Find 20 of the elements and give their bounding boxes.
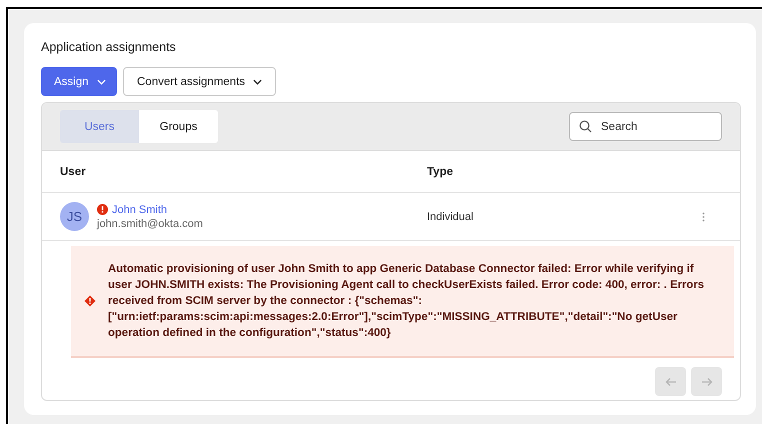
avatar: JS — [60, 202, 89, 231]
search-icon — [579, 120, 592, 133]
error-icon — [84, 295, 96, 307]
chevron-down-icon — [96, 78, 106, 84]
search-field[interactable]: Search — [569, 112, 722, 141]
tab[interactable]: Groups — [139, 110, 218, 143]
convert-dropdown-button[interactable]: Convert assignments — [123, 67, 276, 96]
arrow-right-icon — [700, 376, 712, 386]
error-message: Automatic provisioning of user John Smith to app Generic Database Connector failed: Error while verifying if user JOHN.SMITH exists: The Provisioning Agent call to checkUserExists failed. Error code: 400, error: . Errors received from SCIM server by the connector : {"schemas":["urn:ietf:params:scim:api:messages:2.0:Error"],"scimType":"MISSING_ATTRIBUTE","detail":"No getUser operation defined in the configuration","status":400} — [108, 262, 705, 341]
column-header: Type — [427, 166, 453, 178]
more-icon[interactable] — [702, 212, 705, 222]
tab[interactable]: Users — [60, 110, 139, 143]
arrow-left-icon — [664, 376, 676, 386]
section-title: Application assignments — [41, 40, 177, 54]
user-email: john.smith@okta.com — [97, 218, 203, 230]
chevron-down-icon — [253, 78, 262, 84]
table-cell: Individual — [427, 210, 474, 222]
user-name-link[interactable]: John Smith — [112, 204, 168, 216]
column-header: User — [60, 166, 87, 178]
assign-dropdown-button[interactable]: Assign — [41, 67, 117, 96]
